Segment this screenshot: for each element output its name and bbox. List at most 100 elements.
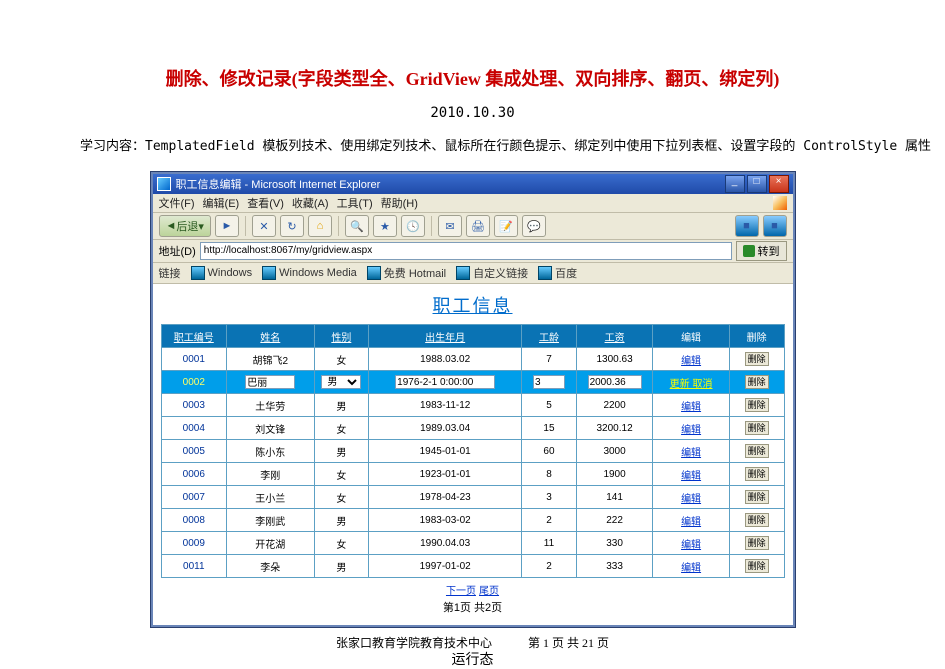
table-row: 0008李刚武男1983-03-022222编辑删除 [161, 509, 784, 532]
search-button[interactable]: 🔍 [345, 215, 369, 237]
cell-dob: 1989.03.04 [369, 417, 522, 440]
messenger-button[interactable]: 💬 [522, 215, 546, 237]
delete-button[interactable]: 删除 [745, 444, 769, 458]
col-id[interactable]: 职工编号 [174, 333, 214, 344]
menu-file[interactable]: 文件(F) [159, 195, 195, 211]
cell-id: 0008 [161, 509, 227, 532]
edit-link[interactable]: 编辑 [681, 517, 701, 528]
home-button[interactable]: ⌂ [308, 215, 332, 237]
cell-sex: 女 [314, 532, 369, 555]
delete-button[interactable]: 删除 [745, 490, 769, 504]
back-button[interactable]: ◄ 后退 ▾ [159, 215, 211, 237]
go-button[interactable]: 转到 [736, 241, 787, 261]
toolbar-separator [338, 216, 339, 236]
delete-button[interactable]: 删除 [745, 536, 769, 550]
cell-name: 刘文锋 [227, 417, 314, 440]
name-input[interactable] [245, 375, 295, 389]
assistant-icon[interactable]: ■ [763, 215, 787, 237]
link-item[interactable]: 免费 Hotmail [367, 265, 446, 281]
menu-fav[interactable]: 收藏(A) [292, 195, 329, 211]
stop-button[interactable]: ✕ [252, 215, 276, 237]
table-row: 0005陈小东男1945-01-01603000编辑删除 [161, 440, 784, 463]
table-row: 0006李刚女1923-01-0181900编辑删除 [161, 463, 784, 486]
forward-button[interactable]: ► [215, 215, 239, 237]
cell-dob: 1988.03.02 [369, 348, 522, 371]
cell-salary: 1300.63 [576, 348, 653, 371]
col-age[interactable]: 工龄 [539, 333, 559, 344]
address-input[interactable]: http://localhost:8067/my/gridview.aspx [200, 242, 732, 260]
dob-input[interactable] [395, 375, 495, 389]
delete-button[interactable]: 删除 [745, 467, 769, 481]
age-input[interactable] [533, 375, 565, 389]
footer: 张家口教育学院教育技术中心 第 1 页 共 21 页 [0, 634, 945, 651]
cell-salary: 1900 [576, 463, 653, 486]
menu-help[interactable]: 帮助(H) [381, 195, 418, 211]
mail-button[interactable]: ✉ [438, 215, 462, 237]
cell-delete: 删除 [729, 440, 784, 463]
edit-link[interactable]: 编辑 [681, 425, 701, 436]
browser-window: 职工信息编辑 - Microsoft Internet Explorer _ □… [151, 172, 795, 627]
sex-select[interactable]: 男 [321, 375, 361, 389]
pager-last[interactable]: 尾页 [479, 586, 499, 597]
toolbar-separator [431, 216, 432, 236]
doc-desc-label: 学习内容： [80, 139, 145, 154]
cell-id: 0003 [161, 394, 227, 417]
delete-button[interactable]: 删除 [745, 513, 769, 527]
page-info: 第1页 共2页 [161, 599, 785, 615]
link-item[interactable]: 自定义链接 [456, 265, 528, 281]
col-salary[interactable]: 工资 [605, 333, 625, 344]
minimize-button[interactable]: _ [725, 175, 745, 193]
maximize-button[interactable]: □ [747, 175, 767, 193]
col-name[interactable]: 姓名 [260, 333, 280, 344]
cell-sex: 男 [314, 394, 369, 417]
link-item[interactable]: 百度 [538, 265, 577, 281]
edit-link[interactable]: 编辑 [681, 471, 701, 482]
delete-button[interactable]: 删除 [745, 559, 769, 573]
menu-tools[interactable]: 工具(T) [337, 195, 373, 211]
history-button[interactable]: 🕓 [401, 215, 425, 237]
cell-id: 0011 [161, 555, 227, 578]
edit-link[interactable]: 编辑 [681, 402, 701, 413]
runtime-label: 运行态 [0, 649, 945, 669]
delete-button[interactable]: 删除 [745, 421, 769, 435]
menu-view[interactable]: 查看(V) [247, 195, 284, 211]
cell-name: 李刚武 [227, 509, 314, 532]
edit-link[interactable]: 编辑 [681, 494, 701, 505]
salary-input[interactable] [588, 375, 642, 389]
favorites-button[interactable]: ★ [373, 215, 397, 237]
print-button[interactable]: 🖨 [466, 215, 490, 237]
edit-link[interactable]: 编辑 [681, 448, 701, 459]
cell-delete: 删除 [729, 532, 784, 555]
update-cancel-link[interactable]: 更新 取消 [670, 379, 713, 390]
edit-button[interactable]: 📝 [494, 215, 518, 237]
col-dob[interactable]: 出生年月 [425, 333, 465, 344]
window-title: 职工信息编辑 - Microsoft Internet Explorer [176, 176, 381, 192]
cell-id: 0007 [161, 486, 227, 509]
col-edit: 编辑 [681, 333, 701, 344]
assistant-icon[interactable]: ■ [735, 215, 759, 237]
edit-link[interactable]: 编辑 [681, 356, 701, 367]
delete-button[interactable]: 删除 [745, 375, 769, 389]
edit-link[interactable]: 编辑 [681, 540, 701, 551]
refresh-button[interactable]: ↻ [280, 215, 304, 237]
link-icon [191, 266, 205, 280]
edit-link[interactable]: 编辑 [681, 563, 701, 574]
cell-edit: 编辑 [653, 440, 730, 463]
cell-salary [576, 371, 653, 394]
col-sex[interactable]: 性别 [331, 333, 351, 344]
menu-edit[interactable]: 编辑(E) [203, 195, 240, 211]
delete-button[interactable]: 删除 [745, 352, 769, 366]
cell-salary: 141 [576, 486, 653, 509]
link-item[interactable]: Windows Media [262, 266, 357, 280]
delete-button[interactable]: 删除 [745, 398, 769, 412]
close-button[interactable]: × [769, 175, 789, 193]
table-row: 0003土华劳男1983-11-1252200编辑删除 [161, 394, 784, 417]
menubar: 文件(F) 编辑(E) 查看(V) 收藏(A) 工具(T) 帮助(H) [153, 194, 793, 213]
cell-age: 8 [522, 463, 577, 486]
cell-sex: 男 [314, 555, 369, 578]
link-item[interactable]: Windows [191, 266, 253, 280]
cell-salary: 2200 [576, 394, 653, 417]
cell-dob: 1923-01-01 [369, 463, 522, 486]
pager-next[interactable]: 下一页 [446, 586, 476, 597]
cell-age: 15 [522, 417, 577, 440]
